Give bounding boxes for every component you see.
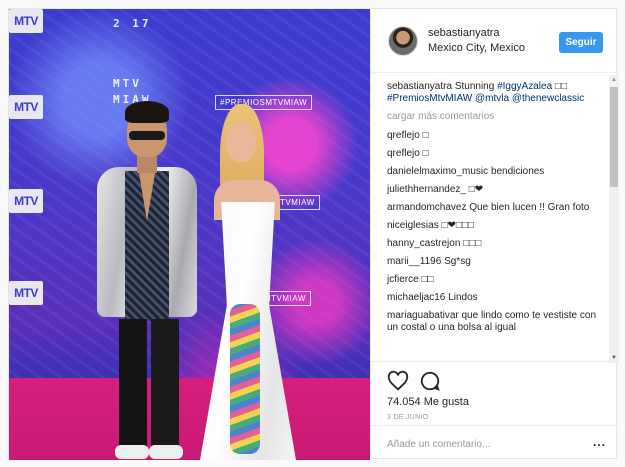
add-comment-bar: ... [371, 425, 619, 460]
caption-text: Stunning [452, 81, 498, 92]
person-man [89, 101, 209, 460]
comment-author[interactable]: marii__1196 [387, 256, 441, 267]
comment-author[interactable]: michaeljac16 [387, 292, 445, 303]
comment-author[interactable]: hanny_castrejon [387, 238, 460, 249]
comment-author[interactable]: niceiglesias [387, 220, 439, 231]
caption-emoji: □□ [552, 81, 567, 92]
wall-mtv: MTV [113, 77, 142, 90]
comment-item: qreflejo □ [387, 130, 605, 142]
heart-icon[interactable] [387, 370, 409, 392]
caption: sebastianyatra Stunning #IggyAzalea □□ #… [387, 81, 605, 105]
more-options-icon[interactable]: ... [593, 435, 606, 449]
comment-text: Lindos [448, 292, 478, 303]
post-photo[interactable]: MTV MTV MTV MTV 2 17 MTV MIAW #PREMIOSMT… [9, 9, 370, 460]
comment-text: □□□ [463, 238, 482, 249]
comment-item: marii__1196 Sg*sg [387, 256, 605, 268]
scroll-thumb[interactable] [610, 87, 618, 187]
caption-hashtag[interactable]: #PremiosMtvMIAW [387, 93, 472, 104]
comment-item: jcfierce □□ [387, 274, 605, 286]
caption-author[interactable]: sebastianyatra [387, 81, 452, 92]
comments-scrollbar[interactable]: ▲ ▼ [609, 75, 619, 363]
location-link[interactable]: Mexico City, Mexico [428, 42, 525, 54]
comment-author[interactable]: qreflejo [387, 130, 420, 141]
comment-author[interactable]: danielelmaximo_music [387, 166, 488, 177]
mtv-logo: MTV [9, 95, 43, 119]
comment-icon[interactable] [419, 370, 441, 392]
comment-input[interactable] [387, 436, 577, 452]
comment-item: mariaguabativar que lindo como te vestis… [387, 310, 605, 334]
username-link[interactable]: sebastianyatra [428, 27, 500, 39]
comment-author[interactable]: juliethhernandez_ [387, 184, 466, 195]
comment-text: Sg*sg [444, 256, 471, 267]
caption-mention[interactable]: #IggyAzalea [497, 81, 552, 92]
post-actions: 74.054 Me gusta 3 DE JUNIO [371, 361, 619, 431]
comment-text: □ [422, 130, 429, 141]
caption-mention[interactable]: @mtvla [475, 93, 509, 104]
likes-count[interactable]: 74.054 Me gusta [387, 396, 469, 408]
wall-year: 2 17 [113, 17, 152, 30]
comment-item: niceiglesias □❤□□□ [387, 220, 605, 232]
comment-text: bendiciones [490, 166, 545, 177]
post-frame: MTV MTV MTV MTV 2 17 MTV MIAW #PREMIOSMT… [8, 8, 619, 460]
post-header: sebastianyatra Mexico City, Mexico Segui… [371, 9, 619, 73]
comment-item: armandomchavez Que bien lucen !! Gran fo… [387, 202, 605, 214]
comment-text: Que bien lucen !! Gran foto [469, 202, 590, 213]
comment-text: □□ [421, 274, 434, 285]
comment-item: hanny_castrejon □□□ [387, 238, 605, 250]
comment-item: michaeljac16 Lindos [387, 292, 605, 304]
comment-author[interactable]: jcfierce [387, 274, 419, 285]
comment-item: danielelmaximo_music bendiciones [387, 166, 605, 178]
post-date: 3 DE JUNIO [387, 414, 429, 421]
comment-author[interactable]: armandomchavez [387, 202, 466, 213]
comment-text: □❤□□□ [441, 220, 475, 231]
mtv-logo: MTV [9, 189, 43, 213]
comment-item: juliethhernandez_ □❤ [387, 184, 605, 196]
caption-mention[interactable]: @thenewclassic [512, 93, 584, 104]
comment-item: qreflejo □ [387, 148, 605, 160]
load-more-comments[interactable]: cargar más comentarios [387, 111, 605, 123]
person-woman [194, 104, 304, 460]
follow-button[interactable]: Seguir [559, 32, 603, 53]
scroll-up-icon[interactable]: ▲ [609, 75, 619, 85]
post-sidebar: sebastianyatra Mexico City, Mexico Segui… [370, 9, 619, 460]
comment-author[interactable]: qreflejo [387, 148, 420, 159]
mtv-logo: MTV [9, 281, 43, 305]
comment-text: □ [422, 148, 429, 159]
avatar[interactable] [388, 26, 418, 56]
comment-text: □❤ [468, 184, 484, 195]
mtv-logo: MTV [9, 9, 43, 33]
comments-list: sebastianyatra Stunning #IggyAzalea □□ #… [387, 81, 605, 357]
comment-author[interactable]: mariaguabativar [387, 310, 459, 321]
